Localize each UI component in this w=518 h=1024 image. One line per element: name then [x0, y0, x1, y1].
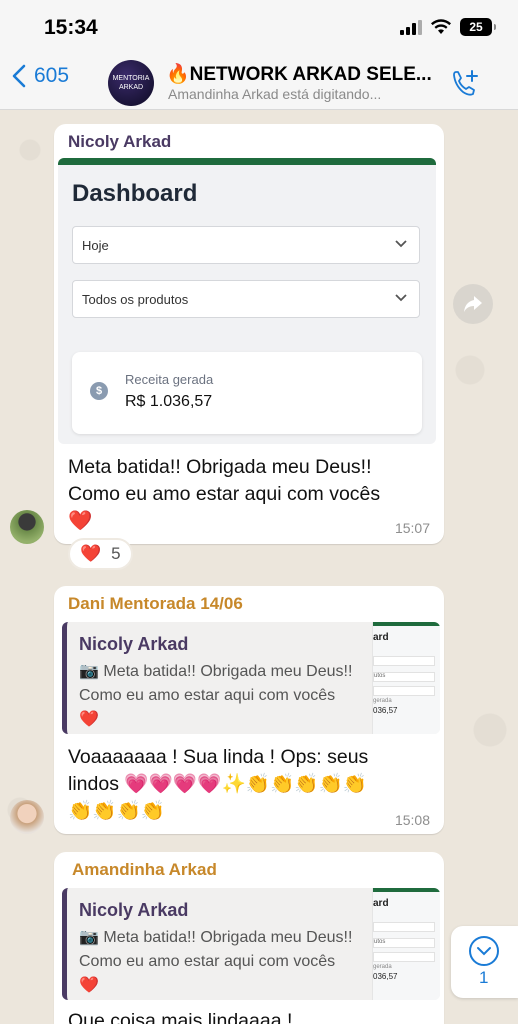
message-text: Que coisa mais lindaaaa !: [68, 1008, 434, 1024]
thumb-line: [373, 952, 435, 962]
message-line: Que coisa mais lindaaaa !: [68, 1010, 293, 1024]
message-bubble[interactable]: Nicoly Arkad Dashboard Hoje Todos os pro…: [54, 124, 444, 544]
message-line: ❤️: [68, 510, 93, 532]
products-select: Todos os produtos: [72, 280, 420, 318]
thumb-title: ard: [373, 898, 389, 909]
quote-line: 📷 Meta batida!! Obrigada meu Deus!!: [79, 929, 353, 946]
message-bubble[interactable]: Dani Mentorada 14/06 Nicoly Arkad 📷 Meta…: [54, 586, 444, 834]
sender-name: Dani Mentorada 14/06: [68, 594, 243, 613]
reaction-badge[interactable]: ❤️ 5: [68, 538, 133, 570]
new-messages-count: 1: [479, 968, 489, 987]
wifi-icon: [431, 19, 451, 34]
quoted-message[interactable]: Nicoly Arkad 📷 Meta batida!! Obrigada me…: [62, 888, 440, 1000]
revenue-card: $ Receita gerada R$ 1.036,57: [72, 352, 422, 434]
avatar[interactable]: [10, 800, 44, 834]
add-call-icon[interactable]: [450, 68, 480, 98]
cellular-signal-icon: [400, 19, 422, 35]
quote-thumbnail: ard utos gerada 036,57: [372, 622, 440, 734]
thumb-label: gerada: [373, 698, 392, 704]
message-text: Voaaaaaaa ! Sua linda ! Ops: seus lindos…: [68, 744, 434, 825]
dashboard-title: Dashboard: [72, 180, 198, 207]
forward-icon: [464, 296, 482, 312]
reaction-emoji: ❤️: [80, 544, 102, 563]
thumb-line: [373, 686, 435, 696]
quote-text: 📷 Meta batida!! Obrigada meu Deus!! Como…: [79, 926, 369, 998]
message-time: 15:08: [394, 812, 430, 828]
sender-name: Amandinha Arkad: [72, 860, 217, 879]
message-line: Voaaaaaaa ! Sua linda ! Ops: seus: [68, 746, 369, 768]
quote-thumbnail: ard utos gerada 036,57: [372, 888, 440, 1000]
quoted-message[interactable]: Nicoly Arkad 📷 Meta batida!! Obrigada me…: [62, 622, 440, 734]
message-line: lindos 💗💗💗💗✨👏👏👏👏👏: [68, 773, 368, 795]
chevron-down-icon: [469, 936, 499, 966]
thumb-label: gerada: [373, 964, 392, 970]
status-bar: 15:34 25: [0, 0, 518, 54]
back-button[interactable]: 605: [12, 64, 69, 88]
quote-line: ❤️: [79, 977, 99, 994]
thumb-title: ard: [373, 632, 389, 643]
thumb-value: 036,57: [373, 972, 398, 981]
message-line: 👏👏👏👏: [68, 800, 166, 822]
quote-line: Como eu amo estar aqui com vocês: [79, 953, 336, 970]
typing-status: Amandinha Arkad está digitando...: [168, 86, 382, 102]
message-text: Meta batida!! Obrigada meu Deus!! Como e…: [68, 454, 434, 535]
message-bubble[interactable]: Amandinha Arkad Nicoly Arkad 📷 Meta bati…: [54, 852, 444, 1024]
chevron-down-icon: [395, 294, 407, 302]
dashboard-top-bar: [58, 158, 436, 165]
chevron-left-icon: [12, 64, 26, 88]
thumb-line: [373, 656, 435, 666]
products-value: Todos os produtos: [82, 292, 189, 307]
group-title[interactable]: 🔥NETWORK ARKAD SELE...: [166, 62, 446, 86]
period-value: Hoje: [82, 238, 109, 253]
scroll-to-bottom-button[interactable]: 1: [451, 926, 518, 998]
battery-icon: 25: [460, 18, 496, 36]
message-line: Como eu amo estar aqui com vocês: [68, 483, 381, 505]
status-time: 15:34: [44, 16, 98, 39]
forward-button[interactable]: [453, 284, 493, 324]
quote-line: 📷 Meta batida!! Obrigada meu Deus!!: [79, 663, 353, 680]
reaction-count: 5: [111, 544, 121, 563]
dashboard-image[interactable]: Dashboard Hoje Todos os produtos $ Recei…: [58, 158, 436, 444]
period-select: Hoje: [72, 226, 420, 264]
avatar[interactable]: [10, 510, 44, 544]
quote-text: 📷 Meta batida!! Obrigada meu Deus!! Como…: [79, 660, 369, 732]
message-time: 15:07: [394, 520, 430, 536]
message-line: Meta batida!! Obrigada meu Deus!!: [68, 456, 372, 478]
thumb-line: [373, 922, 435, 932]
chevron-down-icon: [395, 240, 407, 248]
quote-author: Nicoly Arkad: [79, 900, 189, 920]
revenue-label: Receita gerada: [125, 372, 214, 387]
group-avatar[interactable]: MENTORIA ARKAD: [108, 60, 154, 106]
revenue-value: R$ 1.036,57: [125, 393, 213, 410]
chat-header: 605 MENTORIA ARKAD 🔥NETWORK ARKAD SELE..…: [0, 54, 518, 110]
status-icons: 25: [400, 18, 496, 36]
dollar-coin-icon: $: [90, 382, 108, 400]
thumb-line: utos: [373, 672, 435, 682]
quote-author: Nicoly Arkad: [79, 634, 189, 654]
quote-line: Como eu amo estar aqui com vocês: [79, 687, 336, 704]
unread-count: 605: [34, 64, 70, 87]
sender-name: Nicoly Arkad: [68, 132, 172, 151]
quote-line: ❤️: [79, 711, 99, 728]
thumb-line: utos: [373, 938, 435, 948]
thumb-value: 036,57: [373, 706, 398, 715]
avatar-text: MENTORIA ARKAD: [112, 75, 150, 91]
